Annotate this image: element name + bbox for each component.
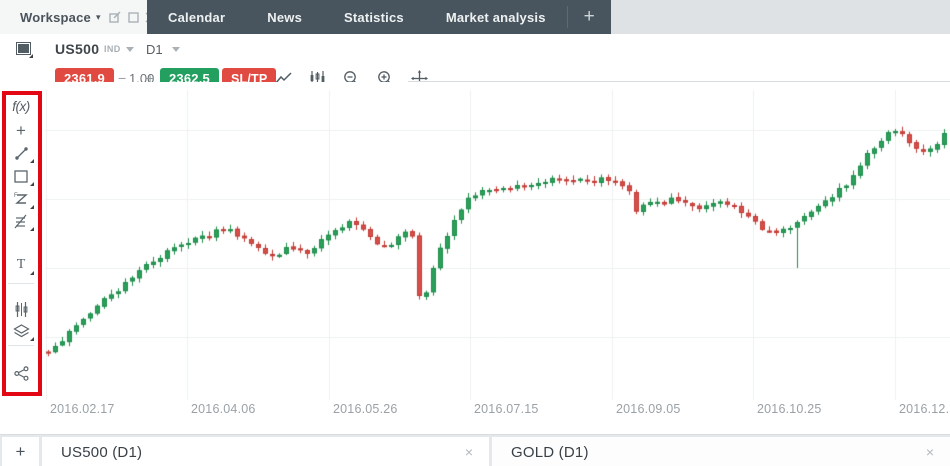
chart-tab-label: US500 (D1) [61, 444, 463, 461]
timeframe-select[interactable]: D1 [146, 42, 163, 57]
indicators-button[interactable]: f(x) [7, 95, 35, 117]
drawing-toolbar: f(x) + F T [0, 62, 45, 434]
workspace-caret-icon[interactable]: ▾ [96, 12, 101, 23]
workspace-menu[interactable]: Workspace ▾ [0, 0, 147, 34]
tab-calendar[interactable]: Calendar [147, 0, 246, 34]
x-axis-label: 2016.09.05 [616, 402, 681, 416]
timeframe-caret-icon[interactable] [172, 47, 180, 52]
trading-platform-window: Workspace ▾ Calendar News Statistics Mar… [0, 0, 950, 466]
chart-pane: 2016.02.17 2016.04.06 2016.05.26 2016.07.15… [45, 82, 950, 434]
add-workspace-tab-button[interactable]: + [568, 0, 611, 34]
x-axis-label: 2016.04.06 [191, 402, 256, 416]
x-axis-label: 2016.02.17 [50, 402, 115, 416]
bottom-tab-bar: + US500 (D1) × GOLD (D1) × [0, 434, 950, 466]
candlestick-chart[interactable] [45, 82, 950, 434]
chart-layout-icon[interactable] [16, 42, 31, 55]
x-axis-label: 2016.05.26 [333, 402, 398, 416]
objects-layers-button[interactable] [7, 320, 35, 342]
close-tab-icon[interactable]: × [463, 444, 475, 460]
tab-news[interactable]: News [246, 0, 323, 34]
toolbar-divider [8, 283, 34, 284]
svg-text:F: F [14, 193, 18, 199]
crosshair-tool-button[interactable]: + [7, 120, 35, 142]
draw-shape-tool-button[interactable] [7, 165, 35, 187]
chart-tab-gold[interactable]: GOLD (D1) × [492, 437, 950, 466]
x-axis-label: 2016.12.14 [899, 402, 950, 416]
tab-statistics[interactable]: Statistics [323, 0, 425, 34]
x-axis-label: 2016.07.15 [474, 402, 539, 416]
symbol-name[interactable]: US500 [55, 41, 99, 57]
maximize-icon[interactable] [128, 12, 139, 23]
x-axis-label: 2016.10.25 [757, 402, 822, 416]
compare-symbols-button[interactable] [7, 298, 35, 320]
chart-tab-label: GOLD (D1) [511, 444, 924, 461]
draw-line-tool-button[interactable] [7, 142, 35, 164]
share-chart-button[interactable] [7, 362, 35, 384]
top-tabstrip: Calendar News Statistics Market analysis… [147, 0, 611, 34]
symbol-caret-icon[interactable] [126, 47, 134, 52]
chart-tab-us500[interactable]: US500 (D1) × [42, 437, 489, 466]
instrument-type-badge: IND [104, 44, 121, 54]
elliott-wave-tool-button[interactable]: F [7, 188, 35, 210]
add-chart-tab-button[interactable]: + [2, 437, 39, 466]
chart-header-row: US500 IND D1 [0, 34, 950, 62]
workspace-label: Workspace [20, 10, 91, 25]
tab-market-analysis[interactable]: Market analysis [425, 0, 567, 34]
close-tab-icon[interactable]: × [924, 444, 936, 460]
top-bar: Workspace ▾ Calendar News Statistics Mar… [0, 0, 950, 34]
toolbar-divider [8, 345, 34, 346]
fibonacci-tool-button[interactable] [7, 210, 35, 232]
edit-icon[interactable] [109, 11, 122, 24]
text-tool-button[interactable]: T [7, 254, 35, 276]
